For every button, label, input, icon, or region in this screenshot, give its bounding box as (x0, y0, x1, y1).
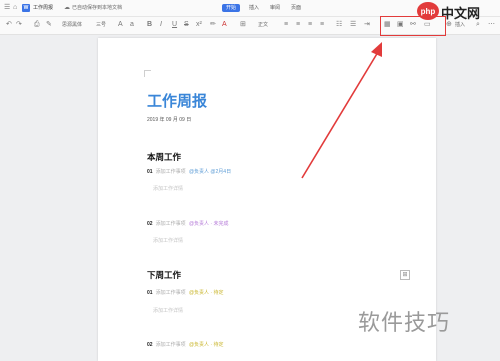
site-logo: php 中文网 (416, 0, 500, 22)
svg-text:php: php (421, 7, 436, 16)
watermark-text: 软件技巧 (358, 310, 451, 335)
logo-text: 中文网 (441, 6, 481, 21)
